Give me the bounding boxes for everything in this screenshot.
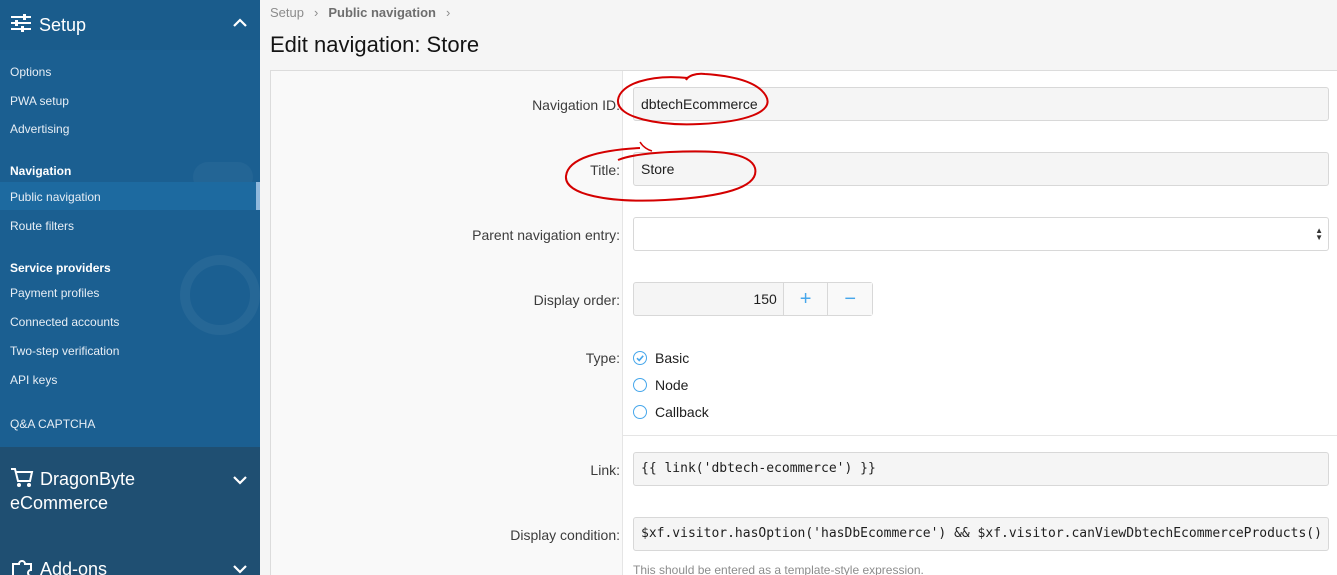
title-field[interactable]: Store <box>633 152 1329 186</box>
puzzle-icon <box>10 558 34 575</box>
breadcrumb-public-navigation[interactable]: Public navigation <box>328 5 436 20</box>
edit-navigation-form: Navigation ID: dbtechEcommerce Title: St… <box>270 70 1337 575</box>
sidebar-section-setup[interactable]: Setup <box>0 0 260 50</box>
sidebar-item-route-filters[interactable]: Route filters <box>10 219 74 233</box>
increment-button[interactable]: + <box>782 283 828 315</box>
display-condition-hint: This should be entered as a template-sty… <box>633 563 924 575</box>
chevron-right-icon: › <box>445 5 451 20</box>
chevron-right-icon: › <box>313 5 319 20</box>
sidebar-menu <box>0 50 260 447</box>
navigation-id-label: Navigation ID: <box>532 97 620 113</box>
active-indicator <box>256 182 260 210</box>
title-label: Title: <box>590 162 620 178</box>
chevron-up-icon[interactable] <box>232 16 248 34</box>
type-option-basic-label: Basic <box>655 350 690 366</box>
display-order-value[interactable]: 150 <box>634 283 783 315</box>
sidebar-group-service-providers: Service providers <box>10 261 111 275</box>
page-title: Edit navigation: Store <box>270 32 480 57</box>
chevron-down-icon[interactable] <box>232 473 248 491</box>
sidebar-item-public-navigation[interactable]: Public navigation <box>10 190 101 204</box>
sidebar-item-advertising[interactable]: Advertising <box>10 122 69 136</box>
sidebar-addons-label: Add-ons <box>40 559 108 575</box>
display-order-label: Display order: <box>533 292 620 308</box>
sidebar-item-options[interactable]: Options <box>10 65 51 79</box>
display-order-stepper[interactable]: 150 + − <box>633 282 873 316</box>
sidebar-item-connected-accounts[interactable]: Connected accounts <box>10 315 119 329</box>
radio-unchecked-icon[interactable] <box>633 378 647 392</box>
type-option-basic[interactable]: Basic <box>633 350 689 366</box>
type-option-node-label: Node <box>655 377 689 393</box>
breadcrumb: Setup › Public navigation › <box>270 5 450 20</box>
sidebar-section-add-ons[interactable]: Add-ons <box>0 552 260 575</box>
sidebar: Setup Options PWA setup Advertising Navi… <box>0 0 260 575</box>
sidebar-item-two-step-verification[interactable]: Two-step verification <box>10 344 119 358</box>
type-label: Type: <box>585 350 620 366</box>
shopping-cart-icon <box>10 467 34 494</box>
radio-checked-icon[interactable] <box>633 351 647 365</box>
section-divider <box>623 435 1337 436</box>
sidebar-group-navigation: Navigation <box>10 164 72 178</box>
sidebar-item-api-keys[interactable]: API keys <box>10 373 57 387</box>
parent-navigation-select[interactable]: ▲ ▼ <box>633 217 1329 251</box>
sliders-icon <box>10 13 32 38</box>
link-field[interactable]: {{ link('dbtech-ecommerce') }} <box>633 452 1329 486</box>
sidebar-item-payment-profiles[interactable]: Payment profiles <box>10 286 99 300</box>
type-option-callback-label: Callback <box>655 404 709 420</box>
navigation-id-field[interactable]: dbtechEcommerce <box>633 87 1329 121</box>
sidebar-ecommerce-label-line1: DragonByte <box>40 469 136 489</box>
sidebar-ecommerce-label-line2: eCommerce <box>10 493 109 513</box>
sidebar-item-qa-captcha[interactable]: Q&A CAPTCHA <box>10 417 95 431</box>
sidebar-gear-watermark <box>180 255 260 335</box>
sidebar-setup-label: Setup <box>39 14 87 35</box>
display-condition-field[interactable]: $xf.visitor.hasOption('hasDbEcommerce') … <box>633 517 1329 551</box>
link-label: Link: <box>590 462 620 478</box>
breadcrumb-setup[interactable]: Setup <box>270 5 304 20</box>
select-arrows-icon: ▲ ▼ <box>1315 226 1323 242</box>
sidebar-item-pwa-setup[interactable]: PWA setup <box>10 94 69 108</box>
radio-unchecked-icon[interactable] <box>633 405 647 419</box>
form-label-column <box>271 71 623 575</box>
type-option-callback[interactable]: Callback <box>633 404 709 420</box>
type-option-node[interactable]: Node <box>633 377 688 393</box>
decrement-button[interactable]: − <box>827 283 873 315</box>
parent-navigation-label: Parent navigation entry: <box>472 227 620 243</box>
display-condition-label: Display condition: <box>510 527 620 543</box>
chevron-down-icon[interactable] <box>232 562 248 575</box>
